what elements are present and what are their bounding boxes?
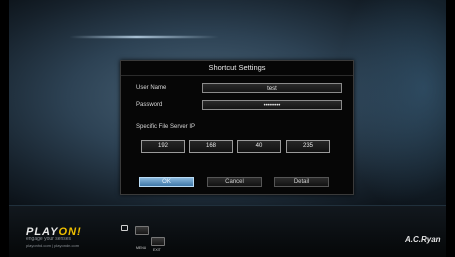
detail-button[interactable]: Detail — [274, 177, 329, 187]
user-name-field[interactable]: test — [202, 83, 342, 93]
ip-octet-4-field[interactable]: 235 — [286, 140, 330, 153]
ip-octet-1-field[interactable]: 192 — [141, 140, 185, 153]
menu-key-icon — [135, 226, 149, 235]
ip-octet-2-field[interactable]: 168 — [189, 140, 233, 153]
ok-button[interactable]: OK — [139, 177, 194, 187]
cancel-button[interactable]: Cancel — [207, 177, 262, 187]
user-name-label: User Name — [136, 85, 167, 91]
exit-key-label: EXIT — [153, 248, 161, 252]
dialog-title: Shortcut Settings — [121, 61, 353, 76]
light-beam-decoration — [69, 36, 219, 38]
acryan-brand: A.C.Ryan — [405, 235, 441, 244]
password-field[interactable]: •••••••• — [202, 100, 342, 110]
exit-key-icon — [151, 237, 165, 246]
menu-key-label: MENU — [136, 246, 147, 250]
password-label: Password — [136, 102, 163, 108]
website-url: playonhd.com | playondn.com — [26, 243, 80, 248]
ip-octet-3-field[interactable]: 40 — [237, 140, 281, 153]
server-ip-label: Specific File Server IP — [136, 124, 196, 130]
remote-control-icon — [121, 225, 128, 231]
tagline: engage your senses — [26, 236, 72, 242]
